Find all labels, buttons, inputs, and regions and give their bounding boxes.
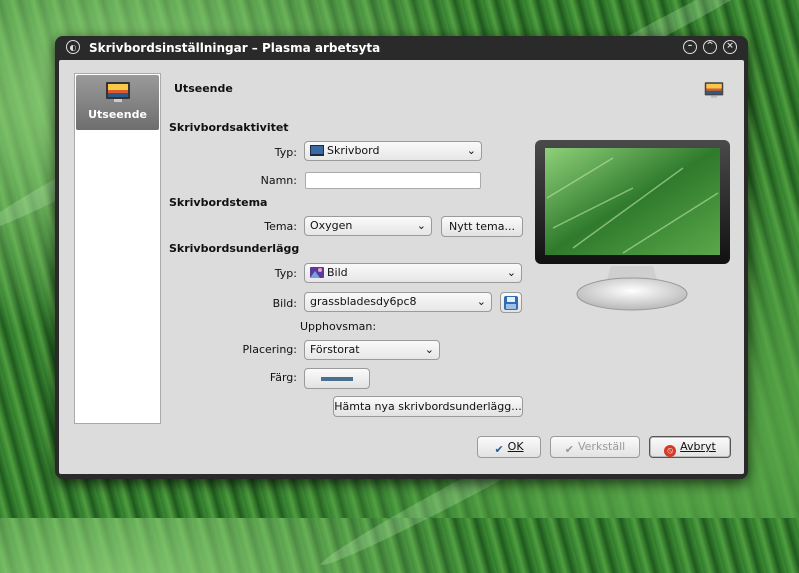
wallpaper-heading: Skrivbordsunderlägg (169, 242, 300, 255)
wallpaper-image-value: grassbladesdy6pc8 (310, 295, 417, 308)
apply-label: Verkställ (577, 440, 626, 453)
window-title: Skrivbordsinställningar – Plasma arbetsy… (89, 41, 381, 55)
wallpaper-placement-label: Placering: (242, 343, 297, 356)
activity-name-input[interactable] (305, 172, 481, 189)
activity-type-value: Skrivbord (327, 144, 380, 157)
get-new-wallpapers-button[interactable]: Hämta nya skrivbordsunderlägg... (333, 396, 523, 417)
color-picker-button[interactable] (304, 368, 370, 389)
sidebar: Utseende (74, 73, 161, 424)
activity-type-label: Typ: (274, 146, 297, 159)
cancel-icon: ⦸ (664, 445, 677, 457)
maximize-button[interactable]: ^ (703, 40, 717, 54)
apply-button[interactable]: ✔ Verkställ (550, 436, 640, 458)
open-file-button[interactable] (500, 292, 522, 313)
theme-heading: Skrivbordstema (169, 196, 268, 209)
desktop-icon (310, 145, 324, 156)
chevron-down-icon: ⌄ (416, 219, 426, 232)
ok-button[interactable]: ✔ OK (477, 436, 541, 458)
wallpaper-image-select[interactable]: grassbladesdy6pc8 ⌄ (304, 292, 492, 312)
cancel-button[interactable]: ⦸ Avbryt (649, 436, 731, 458)
ok-label: OK (507, 440, 524, 453)
chevron-down-icon: ⌄ (476, 295, 486, 308)
theme-label: Tema: (264, 220, 297, 233)
window-menu-icon[interactable]: ◐ (66, 40, 80, 54)
wallpaper-image-label: Bild: (272, 297, 297, 310)
wallpaper-color-label: Färg: (269, 371, 297, 384)
color-swatch (321, 377, 353, 381)
activity-type-select[interactable]: Skrivbord ⌄ (304, 141, 482, 161)
settings-window: ◐ Skrivbordsinställningar – Plasma arbet… (55, 36, 748, 479)
new-theme-button[interactable]: Nytt tema... (441, 216, 523, 237)
theme-value: Oxygen (310, 219, 353, 232)
wallpaper-type-label: Typ: (274, 267, 297, 280)
check-icon: ✔ (564, 443, 574, 456)
dialog-body: Utseende Utseende Skrivbordsaktivitet Ty… (59, 60, 744, 474)
title-bar[interactable]: ◐ Skrivbordsinställningar – Plasma arbet… (55, 36, 748, 60)
activity-name-label: Namn: (260, 174, 297, 187)
chevron-down-icon: ⌄ (506, 266, 516, 279)
wallpaper-preview (535, 140, 730, 311)
sidebar-item-utseende[interactable]: Utseende (76, 75, 159, 130)
theme-select[interactable]: Oxygen ⌄ (304, 216, 432, 236)
monitor-wallpaper-icon (704, 82, 724, 98)
wallpaper-type-value: Bild (327, 266, 348, 279)
cancel-label: Avbryt (680, 440, 716, 453)
wallpaper-type-select[interactable]: Bild ⌄ (304, 263, 522, 283)
image-icon (310, 267, 324, 278)
monitor-wallpaper-icon (105, 82, 130, 102)
close-button[interactable]: × (723, 40, 737, 54)
wallpaper-placement-select[interactable]: Förstorat ⌄ (304, 340, 440, 360)
wallpaper-author-label: Upphovsman: (300, 320, 377, 333)
activity-heading: Skrivbordsaktivitet (169, 121, 289, 134)
wallpaper-placement-value: Förstorat (310, 343, 360, 356)
page-title: Utseende (174, 82, 233, 95)
chevron-down-icon: ⌄ (424, 343, 434, 356)
check-icon: ✔ (494, 443, 504, 456)
minimize-button[interactable]: – (683, 40, 697, 54)
sidebar-item-label: Utseende (88, 108, 147, 121)
chevron-down-icon: ⌄ (466, 144, 476, 157)
save-disk-icon (504, 296, 518, 310)
